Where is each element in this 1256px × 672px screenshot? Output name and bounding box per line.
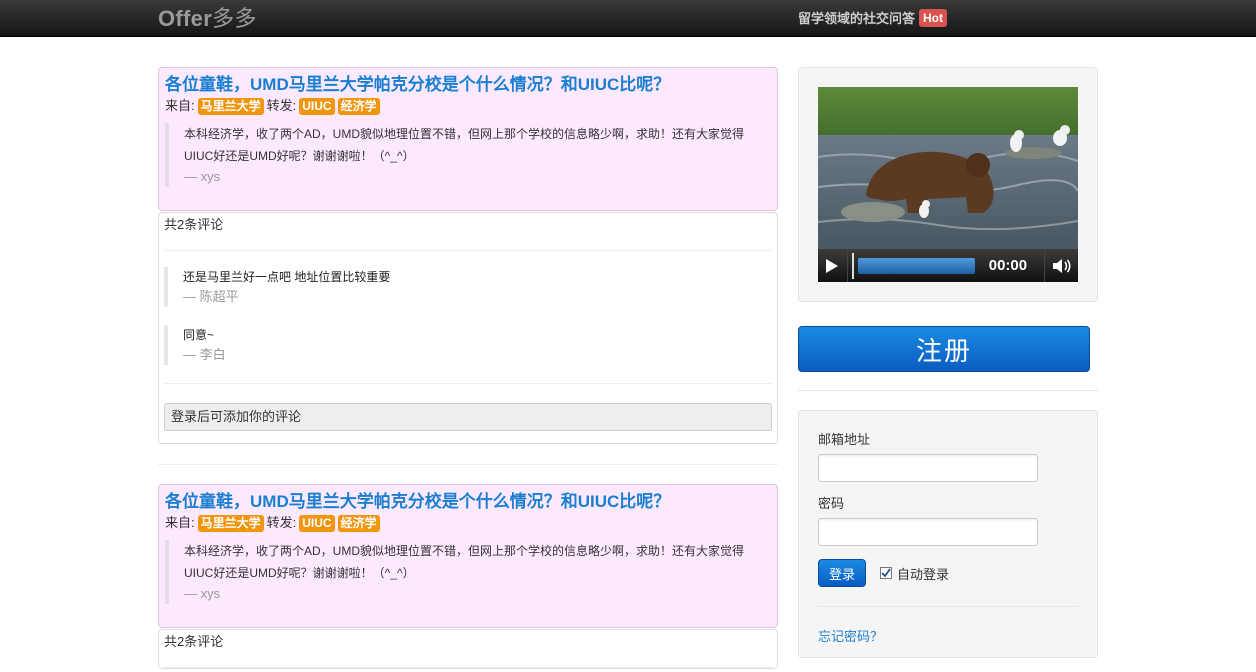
comments-panel: 共2条评论 [158,629,778,669]
sidebar-divider [798,390,1098,391]
question-meta: 来自: 马里兰大学 转发: UIUC 经济学 [165,97,771,115]
video-player[interactable]: 00:00 [818,87,1078,282]
question-title[interactable]: 各位童鞋，UMD马里兰大学帕克分校是个什么情况？和UIUC比呢？ [165,74,771,96]
forward-label: 转发: [266,98,297,113]
play-icon [826,258,839,273]
sidebar: 00:00 注册 邮箱地址 密码 登录 自动登录 忘记密码？ [798,67,1098,658]
brand-latin: Offer [158,6,213,31]
forward-tag[interactable]: 经济学 [337,514,380,532]
question-body: 本科经济学，收了两个AD，UMD貌似地理位置不错，但网上那个学校的信息略少啊，求… [165,540,771,604]
video-controls: 00:00 [818,249,1078,282]
question-card: 各位童鞋，UMD马里兰大学帕克分校是个什么情况？和UIUC比呢？ 来自: 马里兰… [158,484,778,628]
remember-checkbox[interactable] [880,567,892,579]
forward-tag[interactable]: 经济学 [337,97,380,115]
question-feed: 各位童鞋，UMD马里兰大学帕克分校是个什么情况？和UIUC比呢？ 来自: 马里兰… [158,67,778,669]
login-divider [818,606,1078,607]
register-button[interactable]: 注册 [798,326,1090,372]
question-body: 本科经济学，收了两个AD，UMD貌似地理位置不错，但网上那个学校的信息略少啊，求… [165,123,771,187]
from-label: 来自: [165,515,195,530]
forward-tag[interactable]: UIUC [299,97,335,115]
question-text: 本科经济学，收了两个AD，UMD貌似地理位置不错，但网上那个学校的信息略少啊，求… [184,127,745,163]
question-title[interactable]: 各位童鞋，UMD马里兰大学帕克分校是个什么情况？和UIUC比呢？ [165,491,771,513]
question-author: — xys [184,169,221,184]
email-label: 邮箱地址 [818,432,871,447]
slogan-text: 留学领域的社交问答 [798,11,916,26]
video-panel: 00:00 [798,67,1098,302]
remember-label: 自动登录 [897,566,950,582]
hot-badge: Hot [919,8,948,27]
comment-text: 同意~ [183,328,215,342]
play-button[interactable] [818,249,848,282]
feed-divider [158,464,778,465]
from-tag[interactable]: 马里兰大学 [197,514,264,532]
question-author: — xys [184,586,221,601]
password-label: 密码 [818,496,845,511]
brand-logo[interactable]: Offer多多 [158,1,257,33]
forgot-password-link[interactable]: 忘记密码？ [818,626,1078,645]
scrubber-handle[interactable] [851,252,854,279]
list-item: 还是马里兰好一点吧 地址位置比较重要 — 陈超平 [164,267,772,307]
volume-button[interactable] [1044,249,1078,282]
forward-label: 转发: [266,515,297,530]
comment-text: 还是马里兰好一点吧 地址位置比较重要 [183,270,391,284]
from-tag[interactable]: 马里兰大学 [197,97,264,115]
comment-author: — 李白 [183,347,226,362]
question-card: 各位童鞋，UMD马里兰大学帕克分校是个什么情况？和UIUC比呢？ 来自: 马里兰… [158,67,778,211]
from-label: 来自: [165,98,195,113]
comment-input[interactable]: 登录后可添加你的评论 [164,403,772,431]
password-field[interactable] [818,518,1038,546]
login-row: 登录 自动登录 [818,559,1078,587]
comment-count: 共2条评论 [164,213,772,251]
email-field[interactable] [818,454,1038,482]
comments-panel: 共2条评论 还是马里兰好一点吧 地址位置比较重要 — 陈超平 同意~ — 李白 … [158,212,778,444]
comment-count: 共2条评论 [164,630,772,668]
check-icon [881,568,891,578]
question-meta: 来自: 马里兰大学 转发: UIUC 经济学 [165,514,771,532]
video-time: 00:00 [988,257,1028,274]
question-text: 本科经济学，收了两个AD，UMD貌似地理位置不错，但网上那个学校的信息略少啊，求… [184,544,745,580]
comment-list: 还是马里兰好一点吧 地址位置比较重要 — 陈超平 同意~ — 李白 [164,251,772,384]
login-form: 邮箱地址 密码 登录 自动登录 忘记密码？ [798,410,1098,658]
video-progress-bar[interactable] [851,252,975,279]
forward-tag[interactable]: UIUC [299,514,335,532]
nav-slogan[interactable]: 留学领域的社交问答 Hot [798,8,948,27]
brand-cn: 多多 [212,6,257,31]
top-navbar: Offer多多 留学领域的社交问答 Hot [0,0,1256,37]
comment-author: — 陈超平 [183,289,239,304]
list-item: 同意~ — 李白 [164,325,772,365]
login-button[interactable]: 登录 [818,559,866,587]
volume-icon [1052,258,1071,273]
